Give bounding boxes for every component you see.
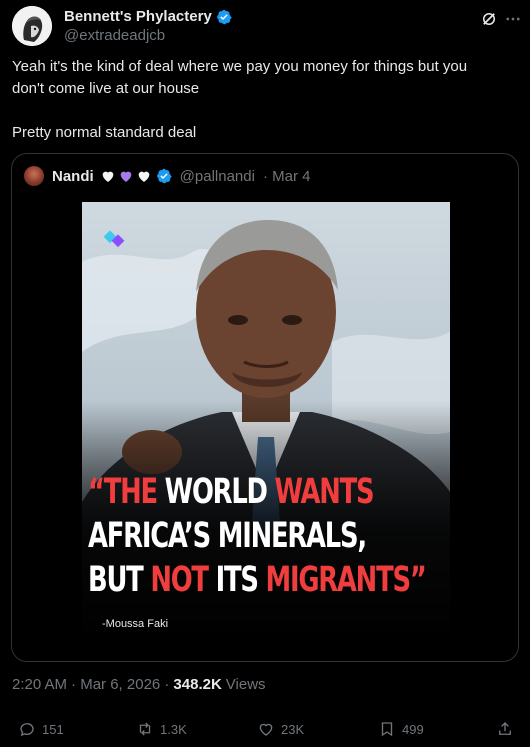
caption-line-1: “THE WORLD WANTS <box>88 470 385 514</box>
author-avatar[interactable] <box>12 6 52 46</box>
caption-word: WANTS <box>274 472 375 512</box>
share-button[interactable] <box>496 720 514 738</box>
share-icon <box>499 722 511 735</box>
media-attribution: -Moussa Faki <box>102 618 169 630</box>
quoted-post-date[interactable]: · Mar 4 <box>263 168 311 185</box>
grok-icon[interactable] <box>480 10 498 28</box>
author-display-name[interactable]: Bennett's Phylactery <box>64 8 212 25</box>
bookmark-count: 499 <box>402 721 424 737</box>
views-label: Views <box>225 676 266 693</box>
bookmark-icon <box>381 722 393 737</box>
white-heart-emoji-icon <box>138 171 150 182</box>
verified-badge-icon <box>156 168 172 184</box>
more-icon[interactable] <box>504 10 522 28</box>
quoted-post-header: Nandi @pallnandi · Mar 4 <box>24 166 310 186</box>
action-bar: 151 1.3K 23K 499 <box>12 720 518 744</box>
post-text: Yeah it's the kind of deal where we pay … <box>12 56 516 144</box>
reply-count: 151 <box>42 721 64 737</box>
repost-button[interactable]: 1.3K <box>136 720 187 738</box>
quoted-post-card[interactable]: Nandi @pallnandi · Mar 4 “THE WORLD WANT… <box>11 153 519 662</box>
white-heart-emoji-icon <box>102 171 114 182</box>
author-avatar-image <box>12 6 52 46</box>
quoted-author-handle[interactable]: @pallnandi <box>180 168 255 185</box>
post-header: Bennett's Phylactery @extradeadjcb <box>12 6 522 46</box>
author-name-row[interactable]: Bennett's Phylactery <box>64 8 232 25</box>
author-handle[interactable]: @extradeadjcb <box>64 27 165 44</box>
post-line: Pretty normal standard deal <box>12 124 197 141</box>
caption-line-3: BUT NOT ITS MIGRANTS” <box>88 558 427 602</box>
views-count: 348.2K <box>173 676 222 693</box>
post-meta: 2:20 AM · Mar 6, 2026 · 348.2K Views <box>12 676 266 693</box>
caption-word: NOT <box>150 560 209 600</box>
caption-word: ITS <box>215 560 259 600</box>
media-caption: “THE WORLD WANTS AFRICA’S MINERALS, BUT … <box>82 470 450 602</box>
post-line: Yeah it's the kind of deal where we pay … <box>12 58 468 75</box>
caption-word: MIGRANTS” <box>265 560 426 600</box>
reply-button[interactable]: 151 <box>18 720 64 738</box>
post-date[interactable]: · Mar 6, 2026 · <box>71 676 169 693</box>
like-count: 23K <box>281 721 305 737</box>
purple-heart-emoji-icon <box>120 171 132 182</box>
reply-icon <box>20 723 34 737</box>
heart-emojis <box>100 168 152 184</box>
post-line: don't come live at our house <box>12 80 200 97</box>
quoted-author-avatar[interactable] <box>24 166 44 186</box>
verified-badge-icon <box>216 9 232 24</box>
caption-word: BUT <box>88 560 144 600</box>
quoted-author-name[interactable]: Nandi <box>52 168 94 185</box>
caption-line-2: AFRICA’S MINERALS, <box>88 516 367 556</box>
like-icon <box>259 723 273 736</box>
repost-count: 1.3K <box>160 721 187 737</box>
repost-icon <box>139 722 151 736</box>
quoted-post-media[interactable]: “THE WORLD WANTS AFRICA’S MINERALS, BUT … <box>82 202 450 642</box>
like-button[interactable]: 23K <box>257 720 304 738</box>
caption-word: WORLD <box>164 472 268 512</box>
post-time[interactable]: 2:20 AM <box>12 676 67 693</box>
bookmark-button[interactable]: 499 <box>378 720 424 738</box>
caption-word: “THE <box>88 472 158 512</box>
